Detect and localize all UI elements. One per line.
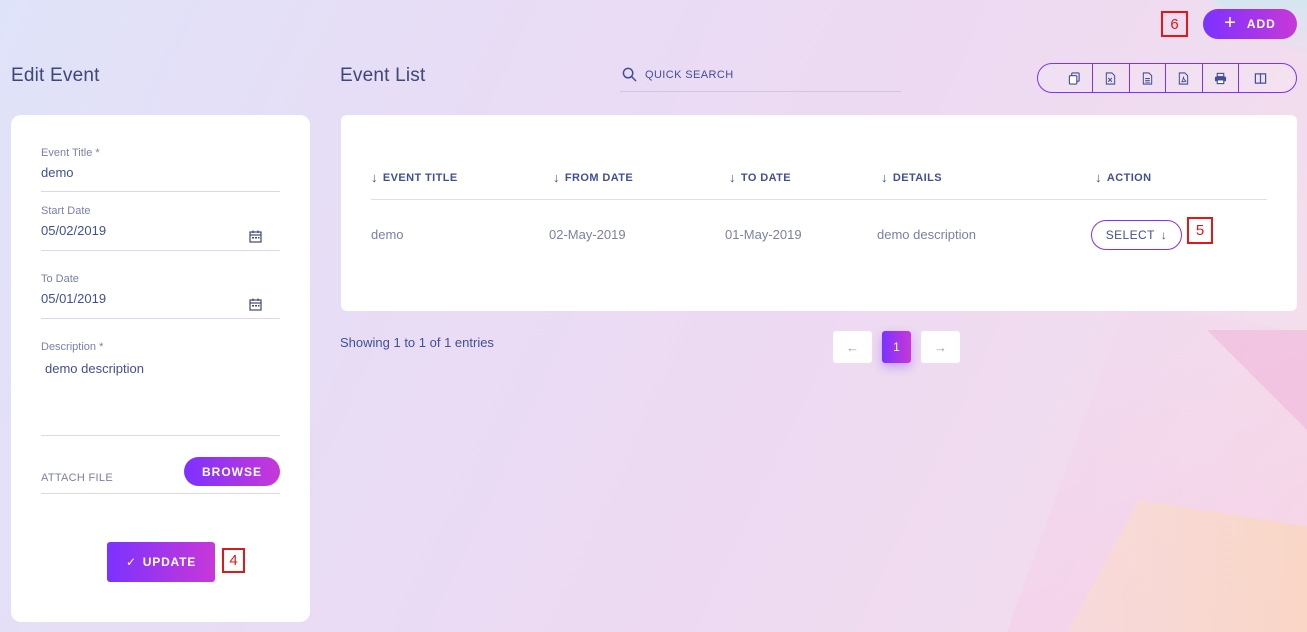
edit-event-title: Edit Event [11,65,100,86]
csv-button[interactable] [1130,64,1166,92]
column-header-to-date[interactable]: ↓ TO DATE [729,170,791,185]
update-button-label: UPDATE [142,555,197,569]
select-label: SELECT [1105,228,1155,242]
print-icon [1214,72,1226,84]
start-date-label: Start Date [41,205,91,217]
event-title-field[interactable]: Event Title * demo [41,147,280,192]
browse-button[interactable]: BROWSE [184,457,280,486]
to-date-value: 05/01/2019 [41,291,107,306]
to-date-label: To Date [41,273,79,285]
event-list-title: Event List [340,65,426,86]
calendar-icon[interactable] [249,298,262,311]
pdf-icon [1179,71,1189,85]
add-button[interactable]: + ADD [1203,9,1297,39]
arrow-left-icon: ← [846,339,859,355]
arrow-down-icon: ↓ [1160,228,1168,242]
check-icon: ✓ [125,555,137,569]
sort-arrow-icon: ↓ [729,170,736,185]
cell-event-title: demo [371,227,404,242]
column-header-event-title[interactable]: ↓ EVENT TITLE [371,170,458,185]
excel-icon [1106,71,1116,85]
column-header-details[interactable]: ↓ DETAILS [881,170,942,185]
search-icon [622,67,637,82]
next-page-button[interactable]: → [921,331,960,363]
excel-button[interactable] [1093,64,1130,92]
column-header-from-date[interactable]: ↓ FROM DATE [553,170,633,185]
annotation-marker-6: 6 [1161,11,1188,37]
table-header: ↓ EVENT TITLE ↓ FROM DATE ↓ TO DATE ↓ DETAIL… [371,167,1267,200]
cell-from-date: 02-May-2019 [549,227,626,242]
description-label: Description * [41,341,104,353]
csv-icon [1142,71,1152,85]
sort-arrow-icon: ↓ [881,170,888,185]
entries-info: Showing 1 to 1 of 1 entries [340,335,494,350]
search-input[interactable] [645,68,885,81]
select-action-button[interactable]: SELECT ↓ [1091,220,1182,250]
edit-event-form: Event Title * demo Start Date 05/02/2019… [11,115,310,622]
start-date-value: 05/02/2019 [41,223,107,238]
background-shape [1067,500,1307,632]
page-1-button[interactable]: 1 [882,331,911,363]
update-button[interactable]: ✓ UPDATE [107,542,215,582]
plus-icon: + [1224,12,1237,34]
event-title-value: demo [41,165,74,180]
copy-button[interactable] [1038,64,1093,92]
columns-icon [1254,72,1267,84]
export-toolbar [1037,63,1297,93]
event-table: ↓ EVENT TITLE ↓ FROM DATE ↓ TO DATE ↓ DETAIL… [341,115,1297,311]
column-header-action[interactable]: ↓ ACTION [1095,170,1151,185]
annotation-marker-4: 4 [222,548,245,573]
arrow-right-icon: → [934,339,947,355]
sort-arrow-icon: ↓ [371,170,378,185]
calendar-icon[interactable] [249,230,262,243]
add-button-label: ADD [1246,17,1276,31]
cell-to-date: 01-May-2019 [725,227,802,242]
start-date-field[interactable]: Start Date 05/02/2019 [41,205,280,251]
print-button[interactable] [1203,64,1239,92]
to-date-field[interactable]: To Date 05/01/2019 [41,273,280,319]
prev-page-button[interactable]: ← [833,331,872,363]
description-field[interactable]: Description * demo description [41,341,280,436]
quick-search [620,58,901,92]
attach-file-label: ATTACH FILE [41,472,113,484]
copy-icon [1068,71,1080,85]
sort-arrow-icon: ↓ [553,170,560,185]
background-shape [1207,330,1307,430]
cell-details: demo description [877,227,976,242]
annotation-marker-5: 5 [1187,217,1213,244]
event-title-label: Event Title * [41,147,100,159]
sort-arrow-icon: ↓ [1095,170,1102,185]
description-value: demo description [45,361,144,376]
pdf-button[interactable] [1166,64,1203,92]
background-shape [1007,300,1307,632]
columns-button[interactable] [1239,64,1296,92]
